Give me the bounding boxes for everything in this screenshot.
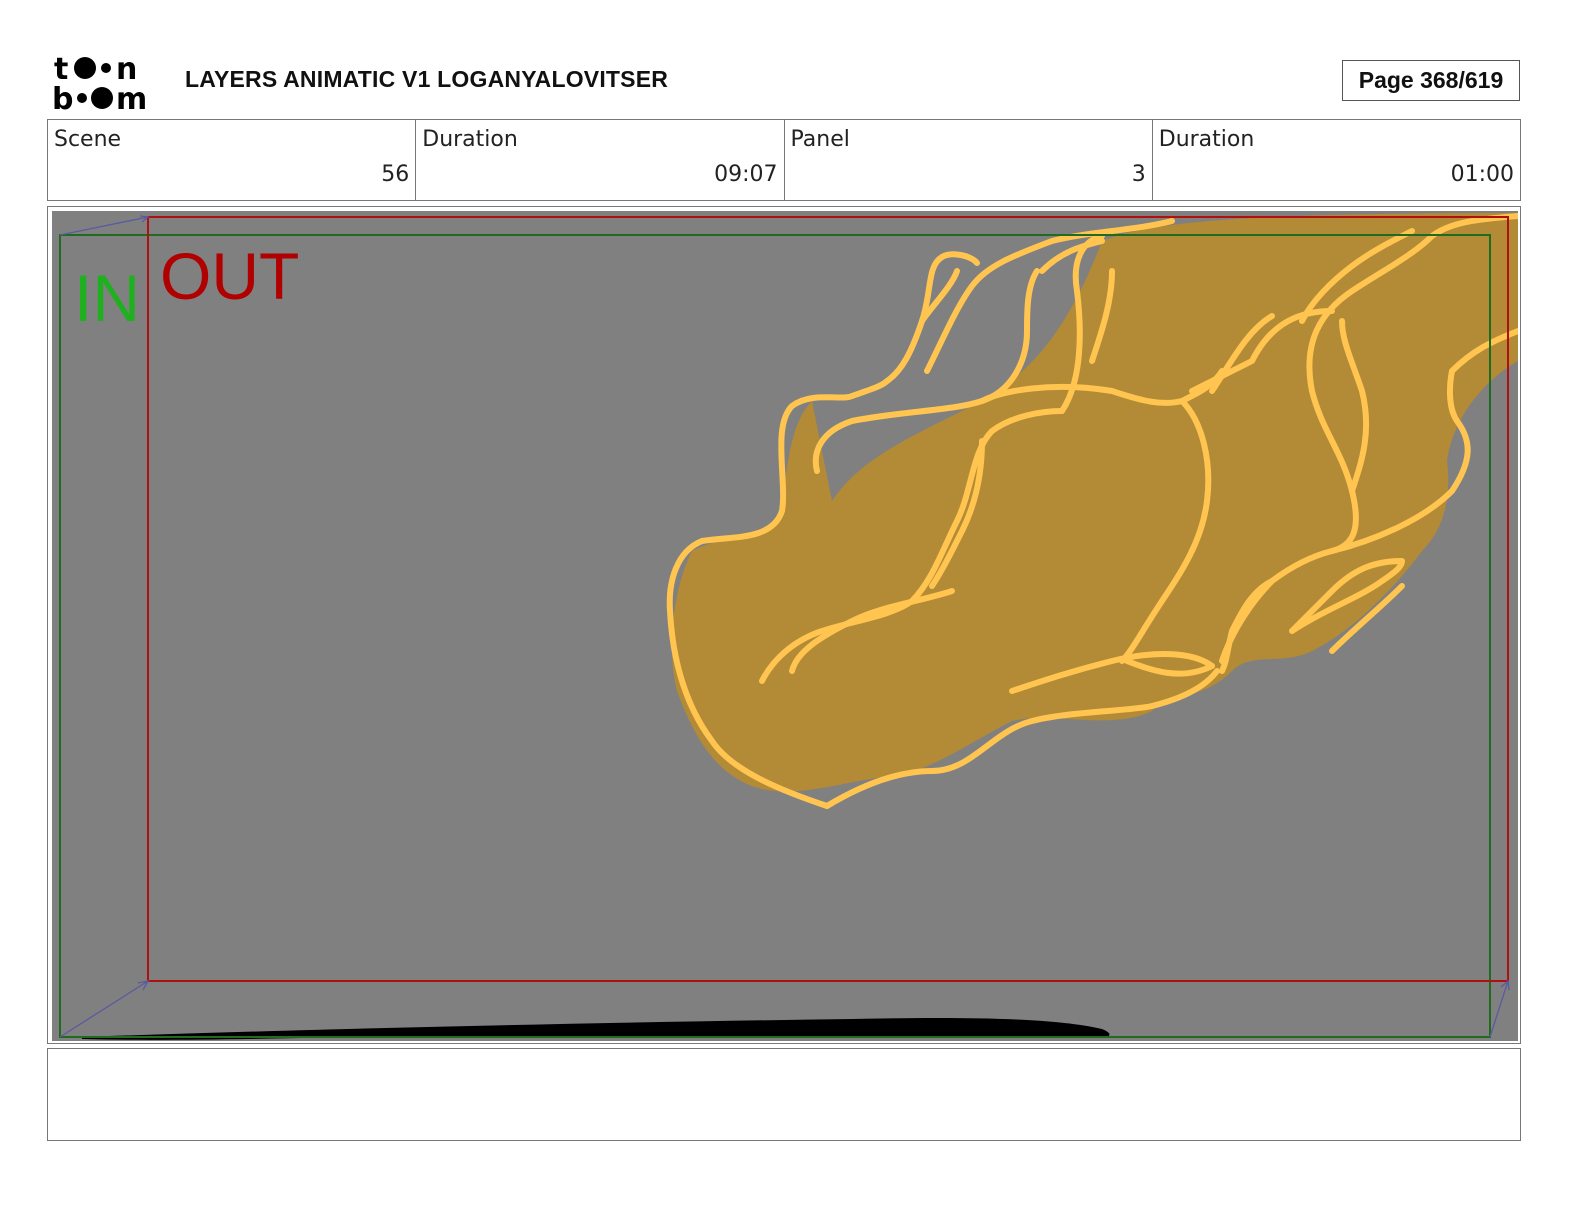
panel-duration-label: Duration [1158,127,1255,152]
panel-artwork: IN OUT [52,211,1518,1041]
scene-cell: Scene 56 [48,120,417,200]
scene-duration-value: 09:07 [714,162,778,187]
panel-info-table: Scene 56 Duration 09:07 Panel 3 Duration… [47,119,1521,201]
storyboard-panel: IN OUT [47,206,1521,1044]
panel-label: Panel [790,127,850,152]
panel-duration-cell: Duration 01:00 [1153,120,1520,200]
svg-text:m: m [116,82,147,112]
panel-caption-box [47,1048,1521,1141]
page-number: Page 368/619 [1342,60,1520,101]
scene-value: 56 [381,162,410,187]
panel-value: 3 [1131,162,1146,187]
toonboom-logo: t n b m [52,52,147,112]
svg-text:b: b [52,82,73,112]
panel-duration-value: 01:00 [1450,162,1514,187]
out-label: OUT [160,239,299,313]
document-title: LAYERS ANIMATIC V1 LOGANYALOVITSER [185,66,669,92]
scene-label: Scene [54,127,122,152]
scene-duration-cell: Duration 09:07 [416,120,785,200]
in-label: IN [74,261,140,335]
panel-cell: Panel 3 [785,120,1153,200]
scene-duration-label: Duration [422,127,518,152]
